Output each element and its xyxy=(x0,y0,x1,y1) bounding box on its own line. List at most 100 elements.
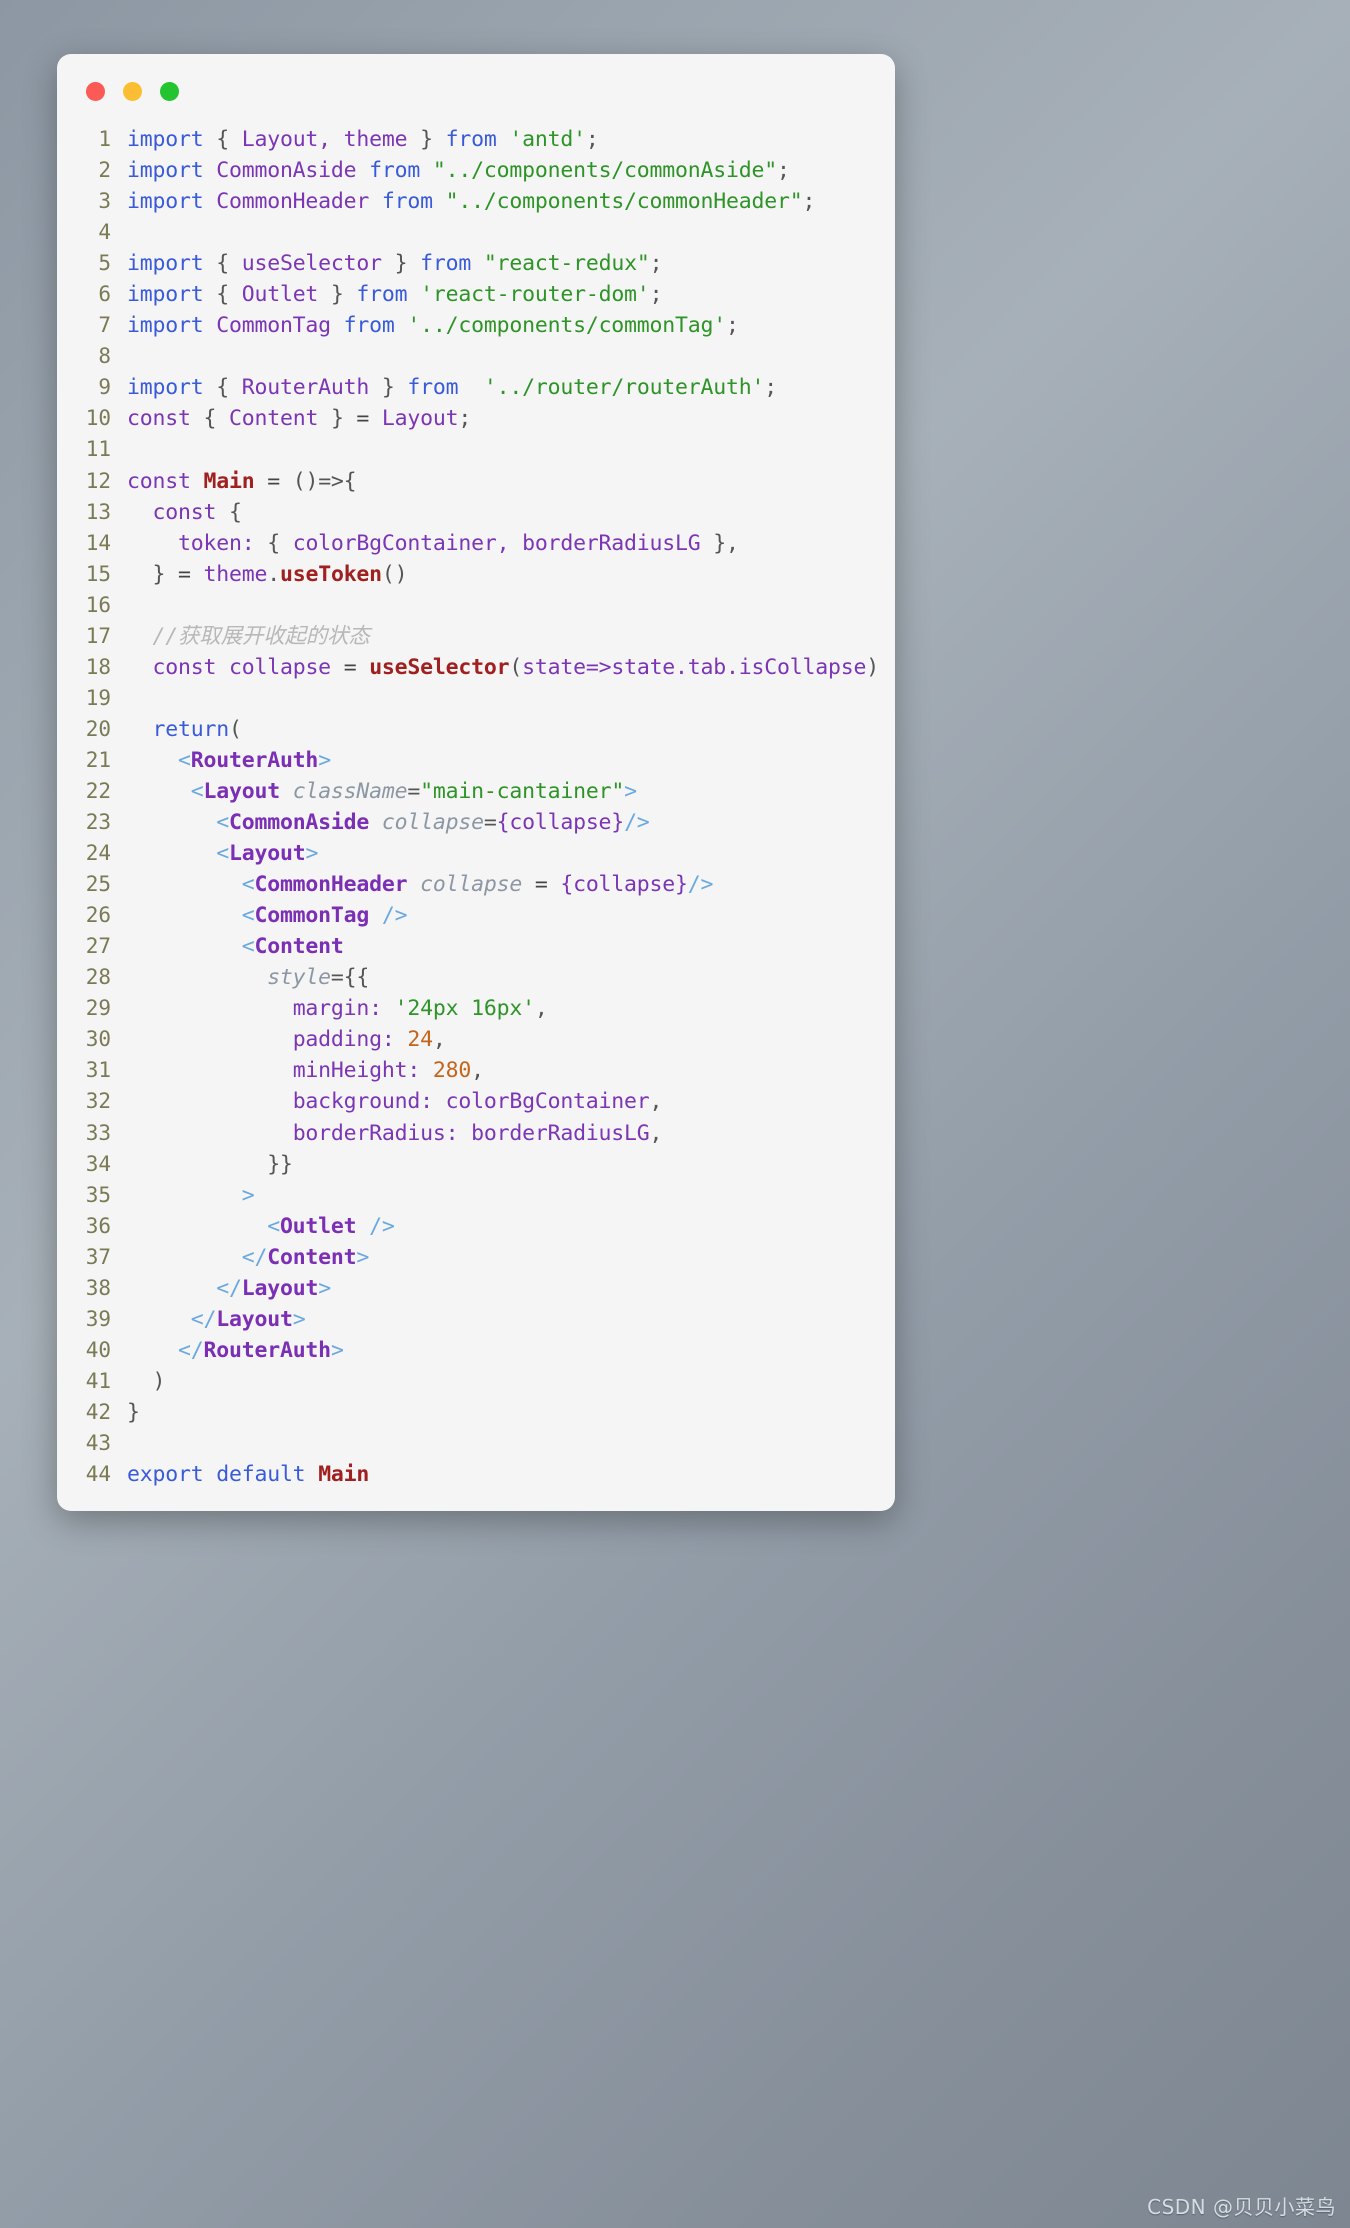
token-punct: } xyxy=(152,561,166,587)
token-kw: import xyxy=(127,282,204,308)
line-number: 7 xyxy=(98,313,111,338)
line-number: 44 xyxy=(85,1462,111,1487)
code-line: 37 </Content> xyxy=(75,1242,895,1273)
minimize-window-button[interactable] xyxy=(123,82,142,101)
token-str: 'antd' xyxy=(509,127,586,152)
token-ident: state=>state.tab.isCollapse xyxy=(522,654,867,680)
token-bracket: /> xyxy=(624,810,650,836)
code-text: import CommonAside from "../components/c… xyxy=(127,155,790,186)
token-ident: borderRadiusLG xyxy=(458,1120,650,1146)
token-kw: export xyxy=(127,1462,204,1488)
token-bracket: > xyxy=(292,1306,306,1332)
line-number: 3 xyxy=(98,189,111,214)
code-text: return( xyxy=(127,714,242,745)
code-text: padding: 24, xyxy=(127,1024,446,1055)
line-number: 20 xyxy=(85,716,111,741)
token-punct: ( xyxy=(509,654,523,680)
line-number: 33 xyxy=(85,1120,111,1145)
token-punct: } xyxy=(420,127,433,152)
token-bracket: > xyxy=(305,841,319,867)
code-line: 17 //获取展开收起的状态 xyxy=(75,621,895,652)
token-bracket: </ xyxy=(241,1244,268,1270)
token-ident: colorBgContainer xyxy=(432,1089,650,1115)
token-comp: RouterAuth xyxy=(203,1337,331,1363)
token-kw: import xyxy=(127,158,204,184)
token-str: '../router/routerAuth' xyxy=(483,375,765,401)
token-punct: } xyxy=(330,406,344,432)
token-bracket: > xyxy=(241,1182,255,1208)
code-line: 3 import CommonHeader from "../components… xyxy=(75,186,895,217)
code-line: 22 <Layout className="main-cantainer"> xyxy=(75,776,895,807)
code-text: export default Main xyxy=(127,1459,369,1490)
token-str: "../components/commonHeader" xyxy=(445,189,803,215)
token-ident: Outlet xyxy=(228,282,331,308)
code-line: 26 <CommonTag /> xyxy=(75,900,895,931)
code-text: background: colorBgContainer, xyxy=(127,1086,663,1117)
code-line: 7 import CommonTag from '../components/co… xyxy=(75,310,895,341)
token-punct: ; xyxy=(585,127,599,152)
code-text: import CommonHeader from "../components/… xyxy=(127,186,815,217)
token-punct: ; xyxy=(802,189,816,215)
token-kw: from xyxy=(420,251,472,277)
code-line: 25 <CommonHeader collapse = {collapse}/> xyxy=(75,869,895,900)
line-number: 10 xyxy=(85,406,111,431)
token-punct: } xyxy=(394,251,408,277)
code-line: 8 xyxy=(75,341,895,372)
line-number: 22 xyxy=(85,778,111,803)
token-bracket: </ xyxy=(216,1275,242,1301)
token-punct: , xyxy=(432,1027,446,1053)
code-line: 35 > xyxy=(75,1180,895,1211)
code-line: 40 </RouterAuth> xyxy=(75,1335,895,1366)
line-number: 4 xyxy=(98,220,111,245)
token-comp: Layout xyxy=(203,778,280,804)
token-punct: ; xyxy=(649,251,663,277)
token-fn: Main xyxy=(318,1462,370,1488)
code-editor[interactable]: 1 import { Layout, theme } from 'antd'; 2 i… xyxy=(57,124,895,1501)
token-comp: Layout xyxy=(241,1275,319,1301)
code-text: import { useSelector } from "react-redux… xyxy=(127,248,663,279)
token-ident: RouterAuth xyxy=(228,375,382,401)
code-text: <RouterAuth> xyxy=(127,745,331,776)
token-punct: , xyxy=(726,530,739,556)
code-line: 33 borderRadius: borderRadiusLG, xyxy=(75,1118,895,1149)
line-number: 16 xyxy=(85,592,111,617)
token-ident: CommonTag xyxy=(216,313,331,339)
line-number: 6 xyxy=(98,282,111,307)
line-number: 21 xyxy=(85,747,111,772)
maximize-window-button[interactable] xyxy=(160,82,179,101)
token-fn: Main xyxy=(203,468,255,494)
token-punct: { xyxy=(216,375,229,401)
code-text: <Layout> xyxy=(127,838,318,869)
code-line: 9 import { RouterAuth } from '../router/r… xyxy=(75,372,895,403)
line-number: 23 xyxy=(85,810,111,835)
token-kw: return xyxy=(152,716,230,742)
token-punct: ) xyxy=(866,654,879,680)
code-line: 21 <RouterAuth> xyxy=(75,745,895,776)
token-ident: {collapse} xyxy=(560,872,688,898)
code-text: <CommonTag /> xyxy=(127,900,408,931)
token-plain: = xyxy=(165,561,204,587)
token-punct: { xyxy=(228,499,242,525)
code-line: 14 token: { colorBgContainer, borderRadi… xyxy=(75,528,895,559)
token-bracket: </ xyxy=(177,1337,204,1363)
close-window-button[interactable] xyxy=(86,82,105,101)
